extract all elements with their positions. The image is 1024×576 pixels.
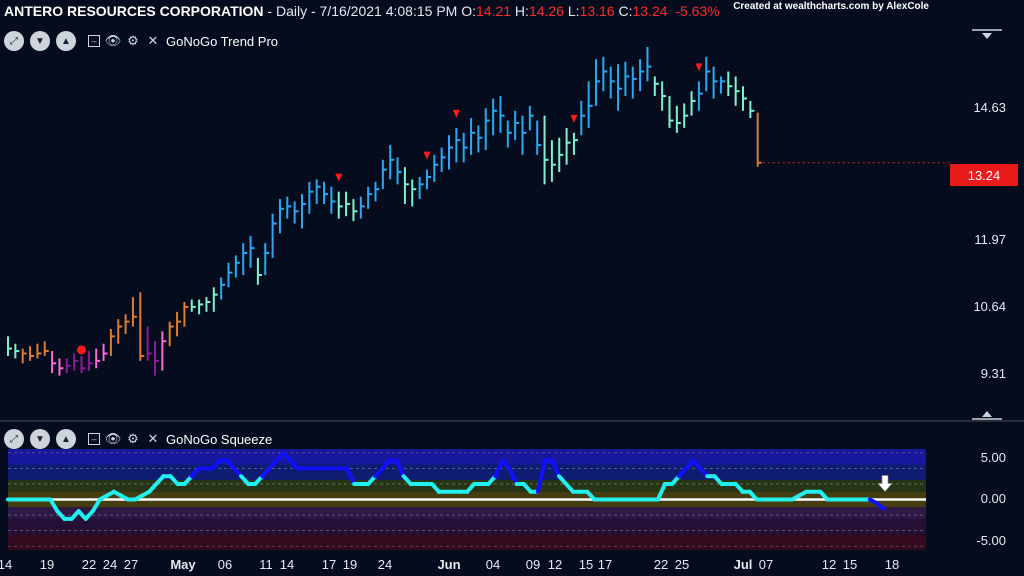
minimize-icon[interactable]: – [88, 433, 100, 445]
x-tick-label: 12 [547, 557, 563, 572]
x-tick-label: Jun [437, 557, 461, 572]
x-tick-label: 22 [653, 557, 669, 572]
x-tick-label: 25 [674, 557, 690, 572]
y-tick-label: 11.97 [974, 232, 1006, 247]
squeeze-y-tick-label: -5.00 [976, 533, 1006, 548]
x-tick-label: 14 [279, 557, 295, 572]
countertrend-triangle [695, 63, 703, 72]
x-tick-label: 27 [123, 557, 139, 572]
x-tick-label: 24 [102, 557, 118, 572]
y-tick-label: 9.31 [980, 366, 1006, 381]
x-tick-label: May [170, 557, 196, 572]
squeeze-indicator-label: GoNoGo Squeeze [166, 431, 273, 447]
y-tick-label: 14.63 [973, 100, 1006, 115]
x-tick-label: 19 [39, 557, 55, 572]
squeeze-y-tick-label: 5.00 [980, 450, 1006, 465]
x-tick-label: Jul [733, 557, 753, 572]
countertrend-triangle [423, 151, 431, 160]
squeeze-y-tick-label: 0.00 [980, 491, 1006, 506]
panel-separator[interactable] [0, 420, 1024, 422]
squeeze-band [8, 518, 926, 535]
squeeze-band [8, 464, 926, 481]
squeeze-band [8, 449, 926, 465]
squeeze-panel-toolbar: ⤢ ▼ ▲ – 👁 ⚙ ✕ GoNoGo Squeeze [4, 429, 272, 449]
squeeze-band [8, 534, 926, 550]
x-tick-label: 04 [485, 557, 501, 572]
last-price-tag: 13.24 [950, 164, 1018, 186]
price-chart [6, 47, 950, 550]
x-tick-label: 15 [842, 557, 858, 572]
x-tick-label: 12 [821, 557, 837, 572]
x-tick-label: 11 [259, 557, 273, 572]
x-tick-label: 19 [342, 557, 358, 572]
gear-icon[interactable]: ⚙ [126, 431, 140, 446]
x-tick-label: 07 [758, 557, 774, 572]
squeeze-band [8, 507, 926, 519]
x-tick-label: 14 [0, 557, 13, 572]
x-tick-label: 06 [217, 557, 233, 572]
countertrend-triangle [570, 114, 578, 123]
x-tick-label: 22 [81, 557, 97, 572]
expand-icon[interactable]: ⤢ [4, 429, 24, 449]
x-tick-label: 18 [884, 557, 900, 572]
x-tick-label: 09 [525, 557, 541, 572]
x-tick-label: 17 [321, 557, 337, 572]
eye-icon[interactable]: 👁 [105, 431, 122, 446]
y-tick-label: 10.64 [973, 299, 1006, 314]
collapse-down-icon[interactable]: ▼ [30, 429, 50, 449]
x-tick-label: 24 [377, 557, 393, 572]
countertrend-triangle [335, 173, 343, 182]
x-tick-label: 15 [578, 557, 594, 572]
red-dot-marker [77, 345, 86, 355]
countertrend-triangle [452, 109, 460, 118]
x-tick-label: 17 [597, 557, 613, 572]
collapse-up-icon[interactable]: ▲ [56, 429, 76, 449]
close-icon[interactable]: ✕ [146, 431, 160, 446]
